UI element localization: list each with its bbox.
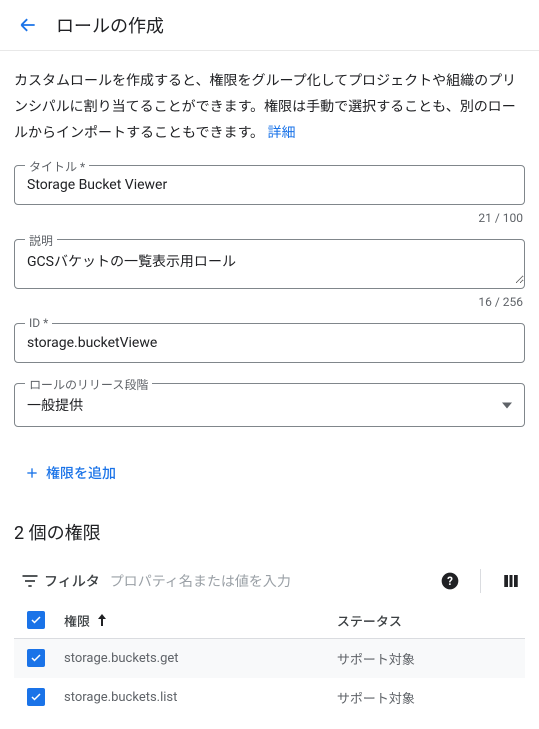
cell-status: サポート対象: [331, 638, 525, 678]
id-input[interactable]: [15, 324, 524, 362]
toolbar-divider: [480, 569, 481, 593]
filter-input[interactable]: プロパティ名または値を入力: [110, 571, 428, 591]
select-all-checkbox[interactable]: [27, 611, 45, 629]
description-input[interactable]: [15, 240, 524, 284]
cell-permission: storage.buckets.list: [58, 678, 331, 717]
page-title: ロールの作成: [56, 12, 164, 38]
col-permission-label: 権限: [64, 615, 90, 630]
table-row: storage.buckets.get サポート対象: [14, 638, 525, 678]
intro-body: カスタムロールを作成すると、権限をグループ化してプロジェクトや組織のプリンシパル…: [14, 73, 516, 141]
stage-label: ロールのリリース段階: [25, 376, 152, 393]
id-label: ID *: [25, 316, 52, 330]
columns-icon[interactable]: [499, 569, 523, 593]
description-label: 説明: [25, 232, 57, 249]
permissions-title: 2 個の権限: [14, 519, 525, 545]
row-checkbox[interactable]: [27, 688, 45, 706]
help-icon[interactable]: ?: [438, 569, 462, 593]
filter-icon: [20, 571, 40, 591]
table-row: storage.buckets.list サポート対象: [14, 678, 525, 717]
title-counter: 21 / 100: [14, 211, 525, 225]
filter-label[interactable]: フィルタ: [20, 571, 100, 591]
intro-text: カスタムロールを作成すると、権限をグループ化してプロジェクトや組織のプリンシパル…: [14, 69, 525, 147]
cell-status: サポート対象: [331, 678, 525, 717]
col-status[interactable]: ステータス: [331, 603, 525, 639]
filter-text: フィルタ: [44, 571, 100, 591]
intro-link[interactable]: 詳細: [268, 125, 296, 141]
plus-icon: [24, 465, 40, 481]
stage-select[interactable]: ロールのリリース段階 一般提供: [14, 383, 525, 427]
description-counter: 16 / 256: [14, 295, 525, 309]
title-label: タイトル *: [25, 158, 89, 175]
back-button[interactable]: [16, 13, 40, 37]
svg-text:?: ?: [447, 574, 453, 588]
row-checkbox[interactable]: [27, 649, 45, 667]
title-input[interactable]: [15, 166, 524, 204]
add-permissions-label: 権限を追加: [46, 463, 116, 483]
cell-permission: storage.buckets.get: [58, 638, 331, 678]
add-permissions-button[interactable]: 権限を追加: [14, 455, 126, 491]
sort-asc-icon: [97, 614, 107, 630]
col-permission[interactable]: 権限: [58, 603, 331, 639]
